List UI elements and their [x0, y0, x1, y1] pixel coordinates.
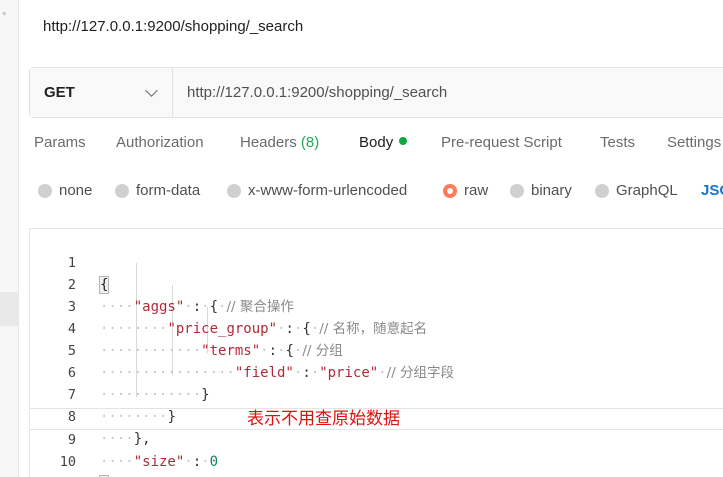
tab-label: Tests	[600, 134, 636, 151]
code-line: 4 ············"terms"·:·{·// 分组	[30, 296, 723, 359]
code-line: 3 ········"price_group"·:·{·// 名称，随意起名	[30, 274, 723, 337]
code-line: 8 ····},	[30, 384, 723, 447]
code-line: 6 ············}	[30, 340, 723, 403]
tab-tests[interactable]: Tests	[600, 134, 635, 151]
radio-circle-icon	[38, 183, 52, 198]
url-bar: GET	[29, 67, 723, 118]
radio-x-www-form-urlencoded[interactable]: x-www-form-urlencoded	[227, 182, 407, 199]
sidebar-selected-item[interactable]	[0, 292, 18, 326]
tab-authorization[interactable]: Authorization	[116, 134, 204, 151]
radio-circle-icon	[510, 183, 524, 198]
headers-count: (8)	[300, 134, 320, 151]
code-line: 1 {	[30, 230, 723, 294]
radio-circle-icon	[115, 183, 129, 198]
tab-label: Authorization	[116, 134, 204, 151]
radio-circle-icon	[227, 183, 241, 198]
radio-label: form-data	[136, 182, 201, 199]
method-select[interactable]: GET	[30, 68, 173, 117]
tab-settings[interactable]: Settings	[667, 134, 721, 151]
annotation-text: 表示不用查原始数据	[247, 409, 400, 429]
radio-binary[interactable]: binary	[510, 182, 572, 199]
radio-label: raw	[464, 182, 489, 199]
json-label: JSON	[701, 182, 723, 199]
sidebar-strip: °	[0, 0, 19, 477]
request-title[interactable]: http://127.0.0.1:9200/shopping/_search	[43, 18, 303, 35]
tab-label: Params	[34, 134, 86, 151]
tab-params[interactable]: Params	[34, 134, 86, 151]
tab-label: Settings	[667, 134, 722, 151]
line-number: 10	[59, 454, 76, 470]
tab-headers[interactable]: Headers (8)	[240, 134, 319, 151]
code-editor[interactable]: 1 { 2 ····"aggs"·:·{·// 聚合操作 3 ········"…	[29, 228, 723, 477]
code-line: 5 ················"field"·:·"price"·// 分…	[30, 318, 723, 381]
json-number-value: 0	[209, 454, 219, 470]
radio-label: none	[59, 182, 93, 199]
radio-label: binary	[531, 182, 572, 199]
tab-pre-request-script[interactable]: Pre-request Script	[441, 134, 562, 151]
tab-label: Headers	[240, 134, 297, 151]
radio-label: GraphQL	[616, 182, 678, 199]
code-line: 7 ········}	[30, 362, 723, 425]
radio-label: x-www-form-urlencoded	[248, 182, 408, 199]
url-input[interactable]	[173, 68, 723, 117]
code-text: ····"size"·:·0	[100, 454, 219, 470]
radio-form-data[interactable]: form-data	[115, 182, 200, 199]
radio-selected-icon	[443, 183, 457, 198]
tab-label: Body	[359, 134, 394, 151]
sidebar-indicator-icon: °	[2, 11, 7, 23]
tab-body[interactable]: Body	[359, 134, 408, 151]
chevron-down-icon	[145, 84, 158, 97]
radio-none[interactable]: none	[38, 182, 92, 199]
json-format-dropdown[interactable]: JSON	[701, 182, 723, 199]
code-line: 2 ····"aggs"·:·{·// 聚合操作	[30, 252, 723, 315]
code-text: }	[98, 473, 110, 477]
radio-graphql[interactable]: GraphQL	[595, 182, 678, 199]
radio-circle-icon	[595, 183, 609, 198]
radio-raw[interactable]: raw	[443, 182, 488, 199]
tab-label: Pre-request Script	[441, 134, 562, 151]
method-label: GET	[44, 84, 75, 101]
code-line: 10 }	[30, 429, 723, 477]
active-dot-icon	[399, 137, 408, 145]
json-key: "size"	[133, 454, 185, 470]
